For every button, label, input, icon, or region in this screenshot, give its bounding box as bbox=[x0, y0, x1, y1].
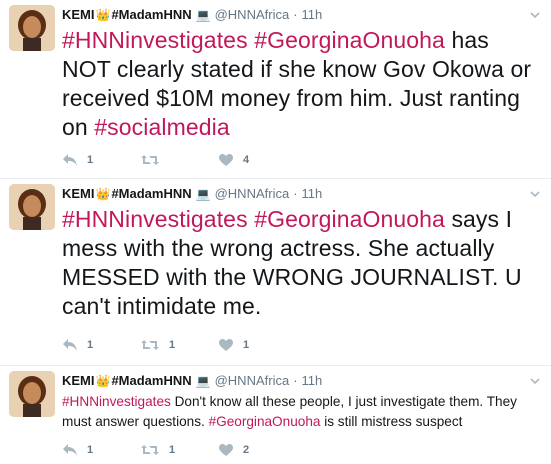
heart-icon bbox=[219, 444, 233, 456]
like-button[interactable]: 4 bbox=[218, 152, 278, 168]
reply-count: 1 bbox=[87, 339, 94, 351]
hashtag-link[interactable]: #GeorginaOnuoha bbox=[209, 414, 321, 429]
chevron-down-icon[interactable] bbox=[529, 8, 541, 20]
crown-icon: 👑 bbox=[95, 187, 111, 201]
tweet[interactable]: KEMI 👑 #MadamHNN 💻 @HNNAfrica · 11h #HNN… bbox=[0, 0, 551, 179]
retweet-icon bbox=[141, 155, 159, 165]
reply-button[interactable]: 1 bbox=[62, 442, 140, 458]
tweet-text: #HNNinvestigates #GeorginaOnuoha has NOT… bbox=[62, 26, 542, 142]
avatar[interactable] bbox=[9, 5, 55, 51]
author-name-suffix[interactable]: #MadamHNN bbox=[111, 373, 191, 389]
tweet-text: #HNNinvestigates #GeorginaOnuoha says I … bbox=[62, 205, 542, 321]
tweet[interactable]: KEMI 👑 #MadamHNN 💻 @HNNAfrica · 11h #HNN… bbox=[0, 179, 551, 366]
reply-count: 1 bbox=[87, 444, 94, 456]
laptop-icon: 💻 bbox=[195, 374, 211, 388]
heart-icon bbox=[219, 339, 233, 351]
heart-icon bbox=[219, 154, 233, 166]
author-name[interactable]: KEMI bbox=[62, 186, 95, 202]
tweet-timeline: KEMI 👑 #MadamHNN 💻 @HNNAfrica · 11h #HNN… bbox=[0, 0, 551, 464]
avatar[interactable] bbox=[9, 371, 55, 417]
like-button[interactable]: 2 bbox=[218, 442, 278, 458]
retweet-icon bbox=[141, 340, 159, 350]
reply-button[interactable]: 1 bbox=[62, 152, 140, 168]
author-name[interactable]: KEMI bbox=[62, 373, 95, 389]
hashtag-link[interactable]: #HNNinvestigates bbox=[62, 394, 171, 409]
separator-dot: · bbox=[293, 186, 298, 201]
author-name-suffix[interactable]: #MadamHNN bbox=[111, 7, 191, 23]
hashtag-link[interactable]: #GeorginaOnuoha bbox=[254, 27, 445, 53]
laptop-icon: 💻 bbox=[195, 187, 211, 201]
hashtag-link[interactable]: #HNNinvestigates bbox=[62, 206, 248, 232]
author-name-suffix[interactable]: #MadamHNN bbox=[111, 186, 191, 202]
author-handle[interactable]: @HNNAfrica bbox=[215, 373, 290, 389]
hashtag-link[interactable]: #GeorginaOnuoha bbox=[254, 206, 445, 232]
like-count: 2 bbox=[243, 444, 250, 456]
crown-icon: 👑 bbox=[95, 8, 111, 22]
retweet-button[interactable]: 1 bbox=[140, 337, 218, 353]
author-handle[interactable]: @HNNAfrica bbox=[215, 186, 290, 202]
reply-icon bbox=[63, 444, 77, 456]
tweet-time[interactable]: 11h bbox=[302, 186, 323, 202]
hashtag-link[interactable]: #HNNinvestigates bbox=[62, 27, 248, 53]
retweet-button[interactable]: 1 bbox=[140, 442, 218, 458]
crown-icon: 👑 bbox=[95, 374, 111, 388]
text-segment: is still mistress suspect bbox=[320, 414, 463, 429]
reply-icon bbox=[63, 154, 77, 166]
author-handle[interactable]: @HNNAfrica bbox=[215, 7, 290, 23]
retweet-count: 1 bbox=[169, 339, 176, 351]
tweet-actions: 1 1 2 bbox=[62, 442, 278, 458]
chevron-down-icon[interactable] bbox=[529, 187, 541, 199]
tweet-time[interactable]: 11h bbox=[302, 7, 323, 23]
chevron-down-icon[interactable] bbox=[529, 374, 541, 386]
tweet-header: KEMI 👑 #MadamHNN 💻 @HNNAfrica · 11h bbox=[62, 186, 322, 202]
like-count: 1 bbox=[243, 339, 250, 351]
separator-dot: · bbox=[293, 373, 298, 388]
hashtag-link[interactable]: #socialmedia bbox=[94, 114, 229, 140]
author-name[interactable]: KEMI bbox=[62, 7, 95, 23]
retweet-count: 1 bbox=[169, 444, 176, 456]
like-button[interactable]: 1 bbox=[218, 337, 278, 353]
tweet-header: KEMI 👑 #MadamHNN 💻 @HNNAfrica · 11h bbox=[62, 373, 322, 389]
laptop-icon: 💻 bbox=[195, 8, 211, 22]
separator-dot: · bbox=[293, 7, 298, 22]
tweet-text: #HNNinvestigates Don't know all these pe… bbox=[62, 392, 542, 432]
retweet-button[interactable] bbox=[140, 152, 218, 168]
tweet-time[interactable]: 11h bbox=[302, 373, 323, 389]
tweet-actions: 1 4 bbox=[62, 152, 278, 168]
tweet-actions: 1 1 1 bbox=[62, 337, 278, 353]
reply-button[interactable]: 1 bbox=[62, 337, 140, 353]
tweet-header: KEMI 👑 #MadamHNN 💻 @HNNAfrica · 11h bbox=[62, 7, 322, 23]
avatar[interactable] bbox=[9, 184, 55, 230]
like-count: 4 bbox=[243, 154, 250, 166]
reply-count: 1 bbox=[87, 154, 94, 166]
tweet[interactable]: KEMI 👑 #MadamHNN 💻 @HNNAfrica · 11h #HNN… bbox=[0, 366, 551, 464]
retweet-icon bbox=[141, 445, 159, 455]
reply-icon bbox=[63, 339, 77, 351]
